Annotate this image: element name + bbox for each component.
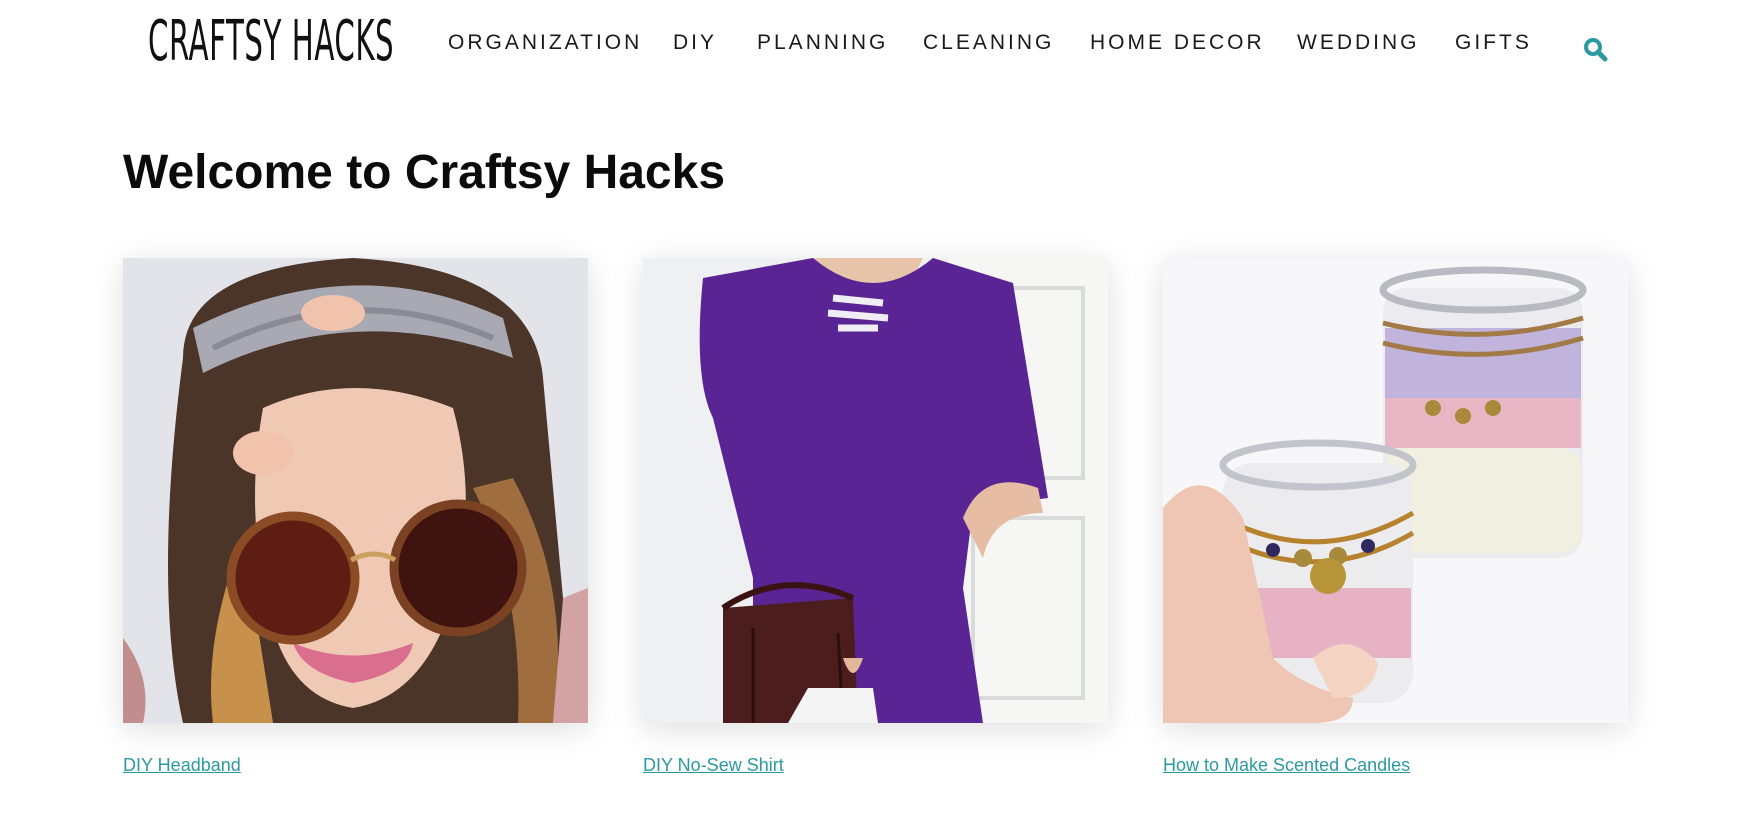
shirt-photo <box>643 258 1108 723</box>
site-logo[interactable]: CRAFTSY HACKS <box>148 8 394 76</box>
page-title: Welcome to Craftsy Hacks <box>123 146 726 199</box>
post-link-shirt[interactable]: DIY No-Sew Shirt <box>643 753 784 777</box>
nav-item-gifts[interactable]: GIFTS <box>1455 28 1532 58</box>
nav-item-diy[interactable]: DIY <box>673 28 717 58</box>
nav-item-planning[interactable]: PLANNING <box>757 28 888 58</box>
post-image-candles[interactable] <box>1163 258 1628 723</box>
nav-item-wedding[interactable]: WEDDING <box>1297 28 1420 58</box>
post-link-candles[interactable]: How to Make Scented Candles <box>1163 753 1410 777</box>
post-link-headband[interactable]: DIY Headband <box>123 753 241 777</box>
candles-photo <box>1163 258 1628 723</box>
search-button[interactable] <box>1582 36 1610 64</box>
post-image-headband[interactable] <box>123 258 588 723</box>
headband-photo <box>123 258 588 723</box>
nav-item-cleaning[interactable]: CLEANING <box>923 28 1054 58</box>
nav-item-home-decor[interactable]: HOME DECOR <box>1090 28 1265 58</box>
nav-item-organization[interactable]: ORGANIZATION <box>448 28 642 58</box>
post-image-shirt[interactable] <box>643 258 1108 723</box>
site-header: CRAFTSY HACKS ORGANIZATION DIY PLANNING … <box>0 0 1748 90</box>
search-icon <box>1584 38 1608 62</box>
